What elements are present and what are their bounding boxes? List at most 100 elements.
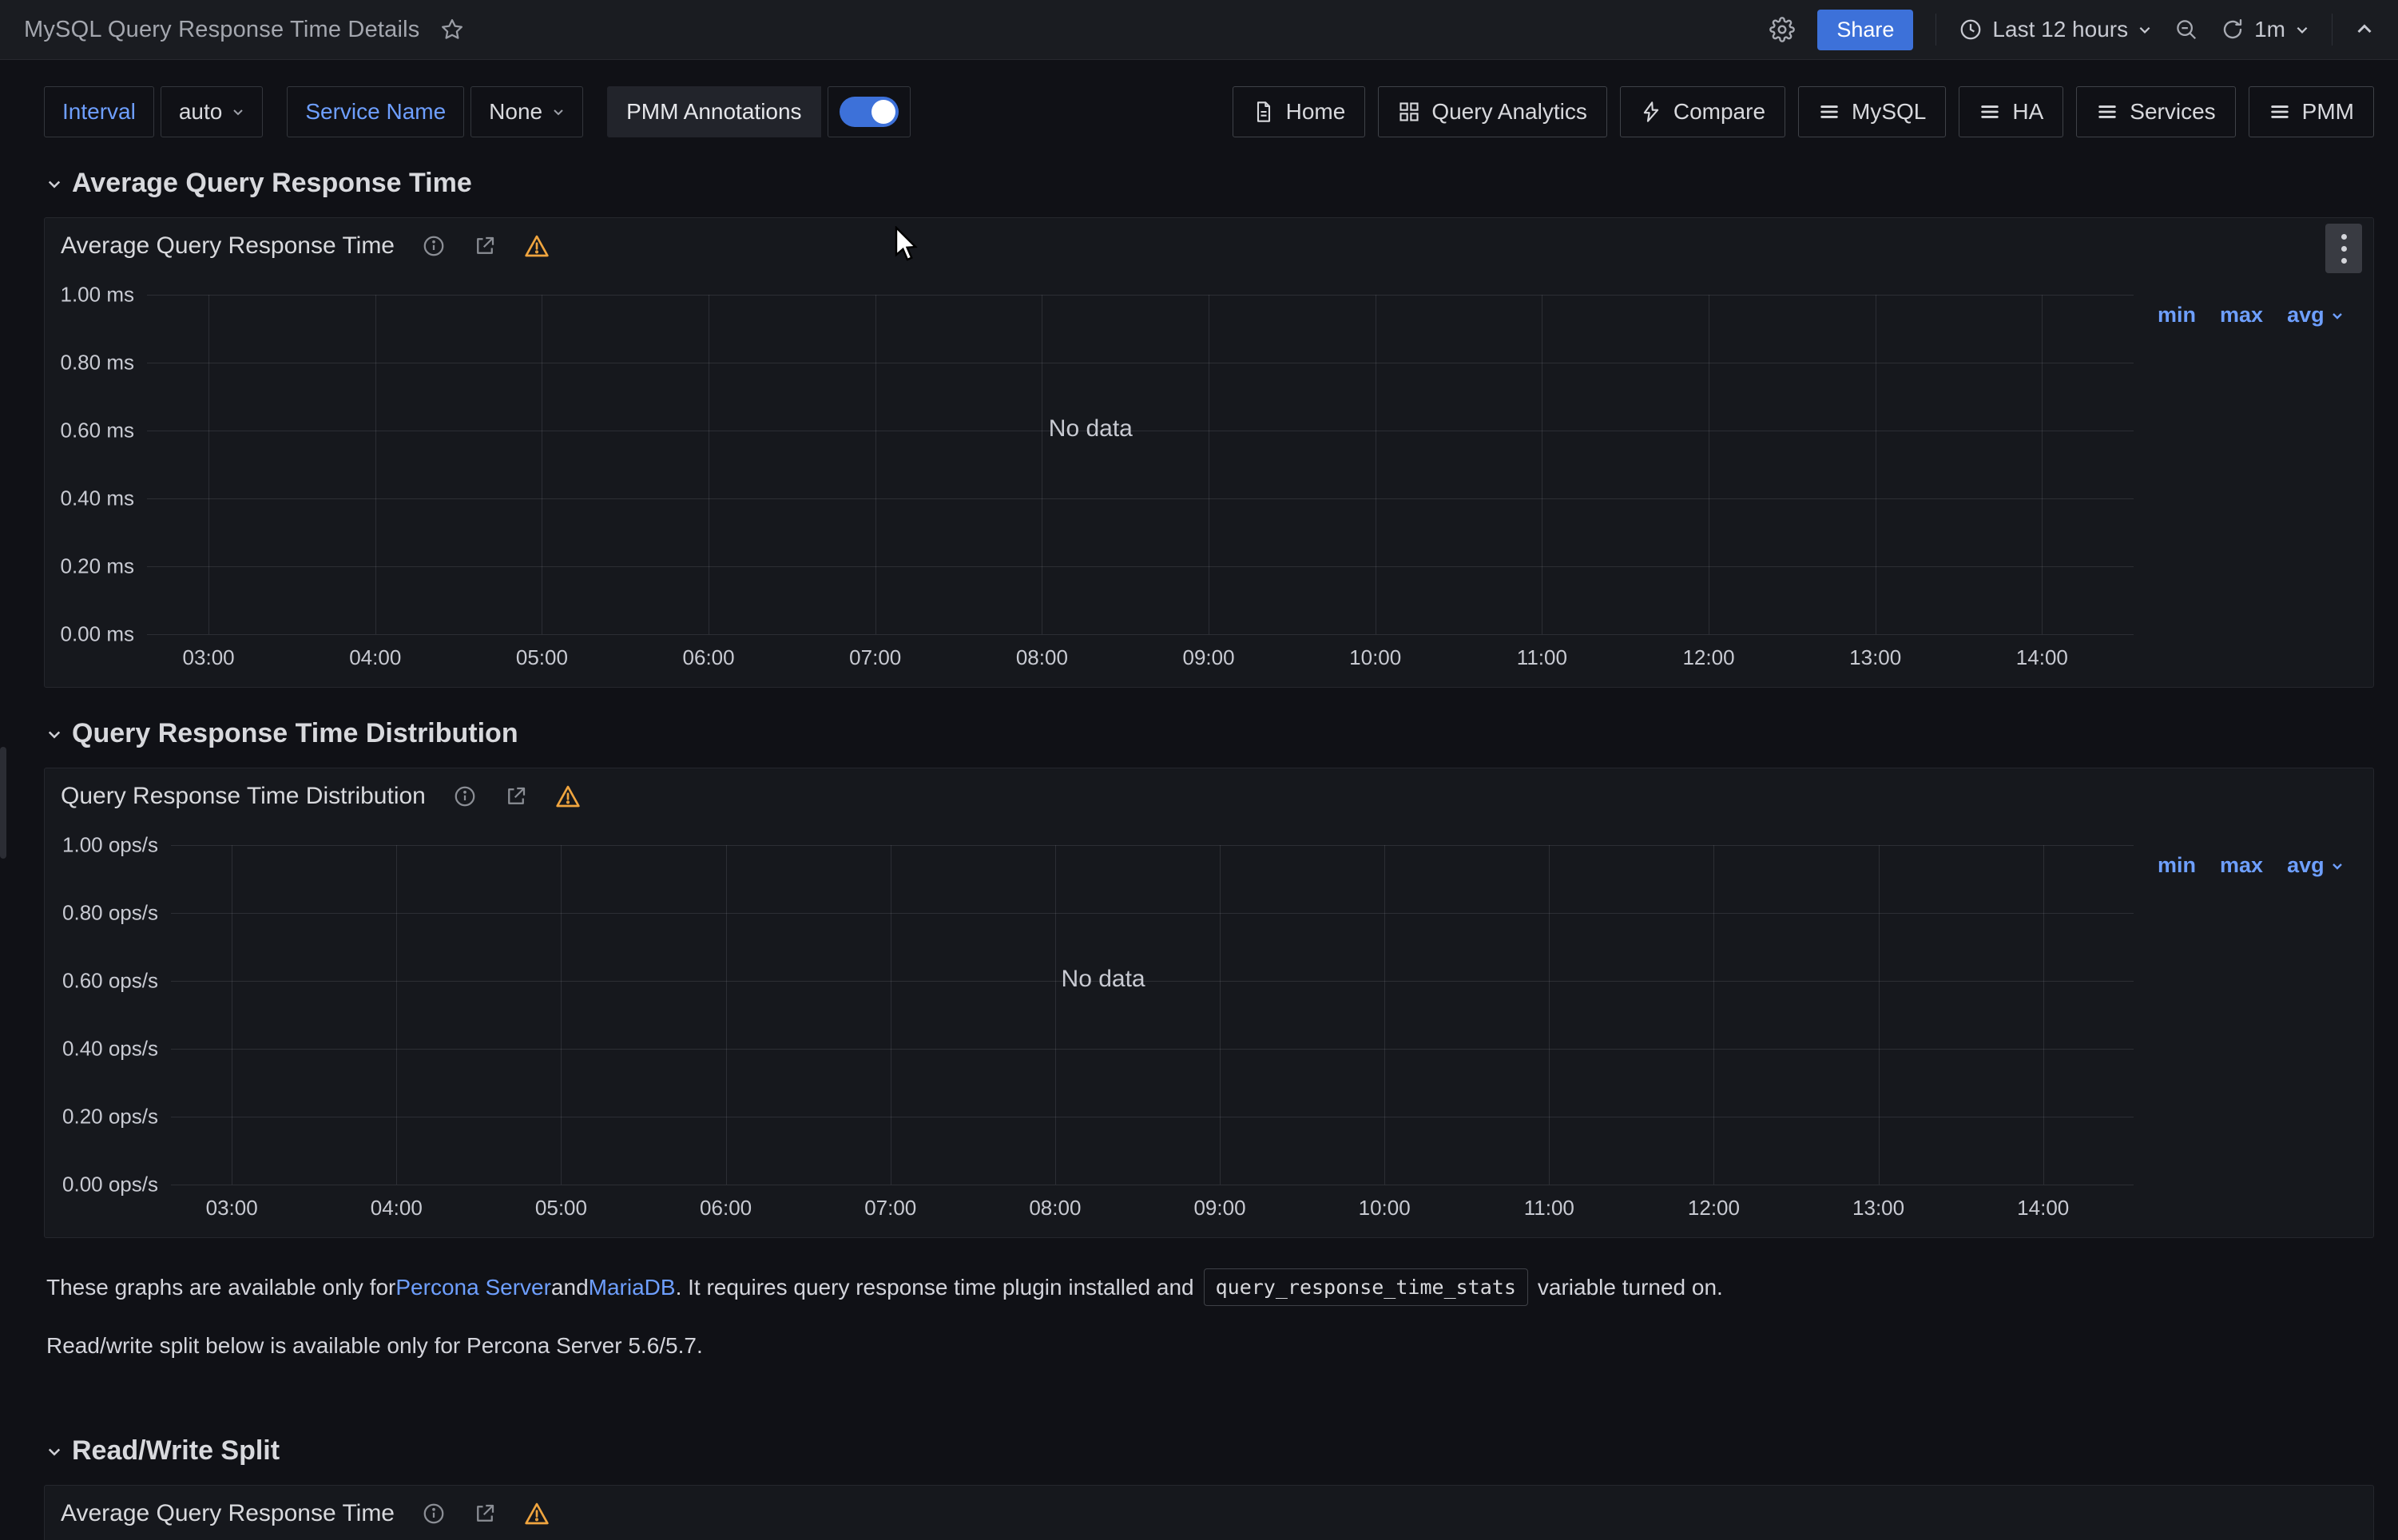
gridline-vertical bbox=[1713, 845, 1714, 1185]
zoom-out-icon[interactable] bbox=[2174, 18, 2198, 42]
gridline-horizontal bbox=[147, 498, 2134, 499]
warning-icon[interactable] bbox=[524, 234, 550, 258]
x-axis-tick-label: 04:00 bbox=[371, 1196, 423, 1220]
legend-sort-max[interactable]: max bbox=[2220, 853, 2263, 878]
note-text: and bbox=[551, 1275, 589, 1300]
legend-sort-min[interactable]: min bbox=[2158, 303, 2196, 327]
legend-sort-min[interactable]: min bbox=[2158, 853, 2196, 878]
x-axis-tick-label: 09:00 bbox=[1193, 1196, 1245, 1220]
info-note: These graphs are available only for Perc… bbox=[46, 1268, 2398, 1306]
y-axis-tick-label: 0.00 ops/s bbox=[62, 1173, 158, 1197]
gear-icon[interactable] bbox=[1769, 17, 1795, 42]
nav-button-home[interactable]: Home bbox=[1233, 86, 1366, 137]
gridline-vertical bbox=[875, 295, 876, 634]
legend-sort-avg[interactable]: avg bbox=[2287, 853, 2344, 878]
chevron-down-icon bbox=[46, 176, 62, 192]
nav-button-label: Query Analytics bbox=[1431, 99, 1587, 125]
info-icon[interactable] bbox=[422, 1502, 446, 1526]
y-axis-tick-label: 0.40 ops/s bbox=[62, 1037, 158, 1062]
warning-icon[interactable] bbox=[524, 1502, 550, 1526]
divider bbox=[1935, 14, 1936, 46]
refresh-picker[interactable]: 1m bbox=[2221, 17, 2309, 42]
x-axis-tick-label: 12:00 bbox=[1682, 645, 1734, 670]
dashboard-toolbar: Interval auto Service Name None bbox=[44, 86, 2374, 137]
gridline-vertical bbox=[2043, 845, 2044, 1185]
nav-button-label: HA bbox=[2012, 99, 2043, 125]
section-average-query-response-time[interactable]: Average Query Response Time bbox=[46, 168, 2398, 199]
service-name-label: Service Name bbox=[287, 86, 464, 137]
legend-sort-links: minmaxavg bbox=[2134, 295, 2373, 634]
nav-button-label: Services bbox=[2130, 99, 2215, 125]
x-axis-tick-label: 07:00 bbox=[849, 645, 901, 670]
y-axis-tick-label: 1.00 ms bbox=[61, 283, 135, 308]
info-icon[interactable] bbox=[422, 234, 446, 258]
nav-button-mysql[interactable]: MySQL bbox=[1798, 86, 1946, 137]
external-link-icon[interactable] bbox=[504, 784, 528, 808]
panel-title[interactable]: Average Query Response Time bbox=[61, 1500, 395, 1527]
x-axis-tick-label: 14:00 bbox=[2016, 645, 2068, 670]
nav-button-services[interactable]: Services bbox=[2076, 86, 2235, 137]
mariadb-link[interactable]: MariaDB bbox=[589, 1275, 676, 1300]
warning-icon[interactable] bbox=[555, 784, 581, 808]
legend-sort-links: minmaxavg bbox=[2134, 845, 2373, 1185]
time-range-picker[interactable]: Last 12 hours bbox=[1959, 17, 2152, 42]
nav-button-compare[interactable]: Compare bbox=[1620, 86, 1785, 137]
x-axis-tick-label: 09:00 bbox=[1183, 645, 1235, 670]
nav-button-label: MySQL bbox=[1852, 99, 1926, 125]
refresh-icon bbox=[2221, 18, 2245, 42]
gridline-horizontal bbox=[171, 845, 2134, 846]
section-query-response-time-distribution[interactable]: Query Response Time Distribution bbox=[46, 718, 2398, 749]
x-axis-tick-label: 05:00 bbox=[535, 1196, 587, 1220]
panel-rw-average-query-response-time: Average Query Response Time bbox=[44, 1485, 2374, 1540]
note-text: Read/write split below is available only… bbox=[46, 1333, 703, 1359]
x-axis-tick-label: 03:00 bbox=[206, 1196, 258, 1220]
gridline-vertical bbox=[1549, 845, 1550, 1185]
pmm-annotations-toggle[interactable] bbox=[828, 86, 911, 137]
menu-icon bbox=[2269, 101, 2291, 123]
interval-select[interactable]: auto bbox=[161, 86, 264, 137]
section-read-write-split[interactable]: Read/Write Split bbox=[46, 1435, 2398, 1467]
grid-icon bbox=[1398, 101, 1420, 123]
gridline-vertical bbox=[1220, 845, 1221, 1185]
gridline-vertical bbox=[208, 295, 209, 634]
legend-sort-avg[interactable]: avg bbox=[2287, 303, 2344, 327]
section-title: Query Response Time Distribution bbox=[72, 718, 518, 749]
panel-title[interactable]: Average Query Response Time bbox=[61, 232, 395, 260]
x-axis-tick-label: 06:00 bbox=[683, 645, 735, 670]
x-axis-tick-label: 05:00 bbox=[516, 645, 568, 670]
percona-server-link[interactable]: Percona Server bbox=[395, 1275, 551, 1300]
read-write-split-note: Read/write split below is available only… bbox=[46, 1333, 2398, 1359]
nav-button-query-analytics[interactable]: Query Analytics bbox=[1378, 86, 1607, 137]
legend-sort-max[interactable]: max bbox=[2220, 303, 2263, 327]
topbar: MySQL Query Response Time Details Share bbox=[0, 0, 2398, 60]
panel-header: Average Query Response Time bbox=[45, 1486, 2373, 1527]
gridline-horizontal bbox=[147, 566, 2134, 567]
star-icon[interactable] bbox=[440, 18, 464, 42]
chevron-down-icon bbox=[46, 1443, 62, 1459]
x-axis-tick-label: 11:00 bbox=[1524, 1196, 1574, 1220]
gridline-vertical bbox=[1055, 845, 1056, 1185]
info-icon[interactable] bbox=[453, 784, 477, 808]
nav-button-pmm[interactable]: PMM bbox=[2249, 86, 2374, 137]
external-link-icon[interactable] bbox=[473, 234, 497, 258]
dashboard-page: MySQL Query Response Time Details Share bbox=[0, 0, 2398, 1540]
panel-query-response-time-distribution: Query Response Time Distribution 1.00 op… bbox=[44, 768, 2374, 1238]
scrollbar-handle[interactable] bbox=[0, 747, 6, 859]
chart-average-query-response-time: 1.00 ms0.80 ms0.60 ms0.40 ms0.20 ms0.00 … bbox=[45, 295, 2373, 671]
chart-query-response-time-distribution: 1.00 ops/s0.80 ops/s0.60 ops/s0.40 ops/s… bbox=[45, 845, 2373, 1221]
chevron-down-icon bbox=[2295, 22, 2309, 37]
y-axis-tick-label: 0.40 ms bbox=[61, 486, 135, 511]
share-button[interactable]: Share bbox=[1817, 10, 1913, 50]
no-data-label: No data bbox=[1049, 415, 1133, 443]
chevron-up-icon[interactable] bbox=[2355, 20, 2374, 39]
external-link-icon[interactable] bbox=[473, 1502, 497, 1526]
bolt-icon bbox=[1640, 101, 1662, 123]
service-name-select[interactable]: None bbox=[470, 86, 583, 137]
chart-plot-area: 1.00 ms0.80 ms0.60 ms0.40 ms0.20 ms0.00 … bbox=[45, 295, 2373, 634]
panel-menu-kebab-icon[interactable] bbox=[2325, 224, 2362, 273]
panel-title[interactable]: Query Response Time Distribution bbox=[61, 783, 426, 810]
nav-button-ha[interactable]: HA bbox=[1959, 86, 2063, 137]
refresh-interval-label: 1m bbox=[2254, 17, 2285, 42]
x-axis-tick-label: 03:00 bbox=[183, 645, 235, 670]
chevron-down-icon bbox=[232, 105, 244, 118]
